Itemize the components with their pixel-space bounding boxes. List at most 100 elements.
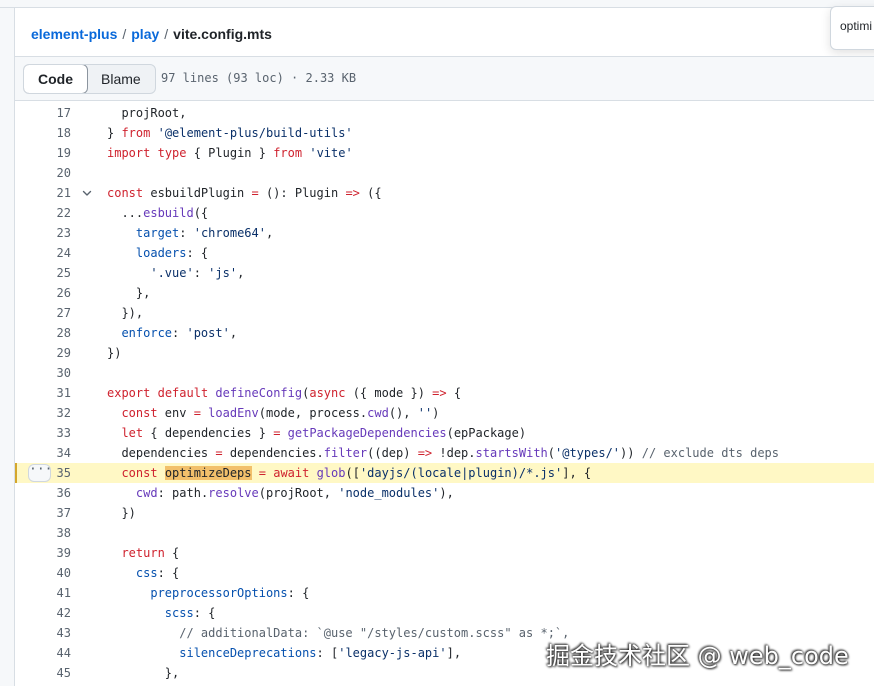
code-text: import type { Plugin } from 'vite' bbox=[107, 146, 353, 160]
blame-tab-button[interactable]: Blame bbox=[87, 65, 155, 93]
line-number[interactable]: 30 bbox=[15, 363, 71, 383]
line-number[interactable]: 42 bbox=[15, 603, 71, 623]
code-line: 31 export default defineConfig(async ({ m… bbox=[15, 383, 874, 403]
line-number[interactable]: 44 bbox=[15, 643, 71, 663]
code-text: cwd: path.resolve(projRoot, 'node_module… bbox=[135, 486, 454, 500]
code-view: 17 projRoot, 18} from '@element-plus/buil… bbox=[15, 103, 874, 686]
breadcrumb-separator: / bbox=[164, 26, 169, 42]
code-line: 27 }), bbox=[15, 303, 874, 323]
left-gutter bbox=[0, 8, 15, 686]
line-number[interactable]: 45 bbox=[15, 663, 71, 683]
top-strip bbox=[0, 0, 874, 8]
code-text: '.vue': 'js', bbox=[150, 266, 245, 280]
code-line: 26 }, bbox=[15, 283, 874, 303]
line-number[interactable]: 41 bbox=[15, 583, 71, 603]
code-line: 33 let { dependencies } = getPackageDepe… bbox=[15, 423, 874, 443]
line-number[interactable]: 20 bbox=[15, 163, 71, 183]
line-number[interactable]: 22 bbox=[15, 203, 71, 223]
code-line: 38 bbox=[15, 523, 874, 543]
code-text: }, bbox=[107, 666, 180, 680]
code-text: const esbuildPlugin = (): Plugin => ({ bbox=[107, 186, 382, 200]
code-line: 29}) bbox=[15, 343, 874, 363]
code-text: // additionalData: `@use "/styles/custom… bbox=[179, 626, 570, 640]
code-line: ··· 35 const optimizeDeps = await glob(['… bbox=[15, 463, 874, 483]
line-number[interactable]: 34 bbox=[15, 443, 71, 463]
code-line: 43 // additionalData: `@use "/styles/cus… bbox=[15, 623, 874, 643]
line-number[interactable]: 18 bbox=[15, 123, 71, 143]
code-tab-button[interactable]: Code bbox=[23, 65, 88, 93]
code-line: 23 target: 'chrome64', bbox=[15, 223, 874, 243]
code-text: return { bbox=[121, 546, 180, 560]
code-line: 32 const env = loadEnv(mode, process.cwd… bbox=[15, 403, 874, 423]
code-text: silenceDeprecations: ['legacy-js-api'], bbox=[179, 646, 462, 660]
code-line: 34 dependencies = dependencies.filter((d… bbox=[15, 443, 874, 463]
code-text: css: { bbox=[135, 566, 180, 580]
code-line: 25 '.vue': 'js', bbox=[15, 263, 874, 283]
code-text: const env = loadEnv(mode, process.cwd(),… bbox=[121, 406, 440, 420]
line-number[interactable]: 25 bbox=[15, 263, 71, 283]
code-line: 24 loaders: { bbox=[15, 243, 874, 263]
code-line: 21 const esbuildPlugin = (): Plugin => ({ bbox=[15, 183, 874, 203]
code-line: 39 return { bbox=[15, 543, 874, 563]
code-line: 30 bbox=[15, 363, 874, 383]
code-line: 17 projRoot, bbox=[15, 103, 874, 123]
breadcrumb: element-plus / play / vite.config.mts bbox=[31, 25, 272, 43]
code-line: 18 } from '@element-plus/build-utils' bbox=[15, 123, 874, 143]
code-line: 36 cwd: path.resolve(projRoot, 'node_mod… bbox=[15, 483, 874, 503]
file-info: 97 lines (93 loc) · 2.33 KB bbox=[161, 71, 357, 85]
line-number[interactable]: 39 bbox=[15, 543, 71, 563]
breadcrumb-folder-link[interactable]: play bbox=[131, 26, 159, 42]
code-text: dependencies = dependencies.filter((dep)… bbox=[107, 446, 779, 460]
line-number[interactable]: 33 bbox=[15, 423, 71, 443]
code-line: 22 ...esbuild({ bbox=[15, 203, 874, 223]
code-text: }, bbox=[107, 286, 151, 300]
code-line: 28 enforce: 'post', bbox=[15, 323, 874, 343]
code-text: target: 'chrome64', bbox=[135, 226, 274, 240]
code-text: }), bbox=[107, 306, 144, 320]
code-line: 41 preprocessorOptions: { bbox=[15, 583, 874, 603]
code-text: loaders: { bbox=[135, 246, 209, 260]
code-text: projRoot, bbox=[107, 106, 187, 120]
code-text: preprocessorOptions: { bbox=[150, 586, 310, 600]
line-number[interactable]: 28 bbox=[15, 323, 71, 343]
line-number[interactable]: 29 bbox=[15, 343, 71, 363]
code-line: 37 }) bbox=[15, 503, 874, 523]
view-toggle: Code Blame bbox=[23, 64, 156, 94]
line-number[interactable]: 24 bbox=[15, 243, 71, 263]
line-number[interactable]: 43 bbox=[15, 623, 71, 643]
code-line: 20 bbox=[15, 163, 874, 183]
line-number[interactable]: 38 bbox=[15, 523, 71, 543]
code-line: 45 }, bbox=[15, 663, 874, 683]
popup-text: optimi bbox=[840, 19, 873, 33]
line-number[interactable]: 21 bbox=[15, 183, 71, 203]
line-number[interactable]: 36 bbox=[15, 483, 71, 503]
code-text: const optimizeDeps = await glob(['dayjs/… bbox=[121, 466, 592, 480]
file-toolbar: Code Blame 97 lines (93 loc) · 2.33 KB bbox=[15, 56, 874, 101]
line-number[interactable]: 32 bbox=[15, 403, 71, 423]
line-number[interactable]: 23 bbox=[15, 223, 71, 243]
breadcrumb-repo-link[interactable]: element-plus bbox=[31, 26, 117, 42]
line-number[interactable]: 31 bbox=[15, 383, 71, 403]
code-line: 42 scss: { bbox=[15, 603, 874, 623]
line-number[interactable]: 26 bbox=[15, 283, 71, 303]
code-text: enforce: 'post', bbox=[121, 326, 238, 340]
chevron-down-icon[interactable] bbox=[81, 183, 93, 203]
symbol-search-popup[interactable]: optimi bbox=[830, 6, 874, 50]
code-text: ...esbuild({ bbox=[107, 206, 209, 220]
line-number[interactable]: 17 bbox=[15, 103, 71, 123]
code-text: let { dependencies } = getPackageDepende… bbox=[121, 426, 527, 440]
code-text: } from '@element-plus/build-utils' bbox=[107, 126, 353, 140]
line-number[interactable]: 27 bbox=[15, 303, 71, 323]
code-line: 44 silenceDeprecations: ['legacy-js-api'… bbox=[15, 643, 874, 663]
code-text: export default defineConfig(async ({ mod… bbox=[107, 386, 462, 400]
code-text: }) bbox=[107, 346, 122, 360]
breadcrumb-file-name: vite.config.mts bbox=[173, 26, 272, 42]
line-number[interactable]: 35 bbox=[15, 463, 71, 483]
code-text: }) bbox=[107, 506, 136, 520]
line-number[interactable]: 19 bbox=[15, 143, 71, 163]
line-number[interactable]: 40 bbox=[15, 563, 71, 583]
code-line: 40 css: { bbox=[15, 563, 874, 583]
code-line: 19 import type { Plugin } from 'vite' bbox=[15, 143, 874, 163]
line-number[interactable]: 37 bbox=[15, 503, 71, 523]
breadcrumb-separator: / bbox=[122, 26, 127, 42]
